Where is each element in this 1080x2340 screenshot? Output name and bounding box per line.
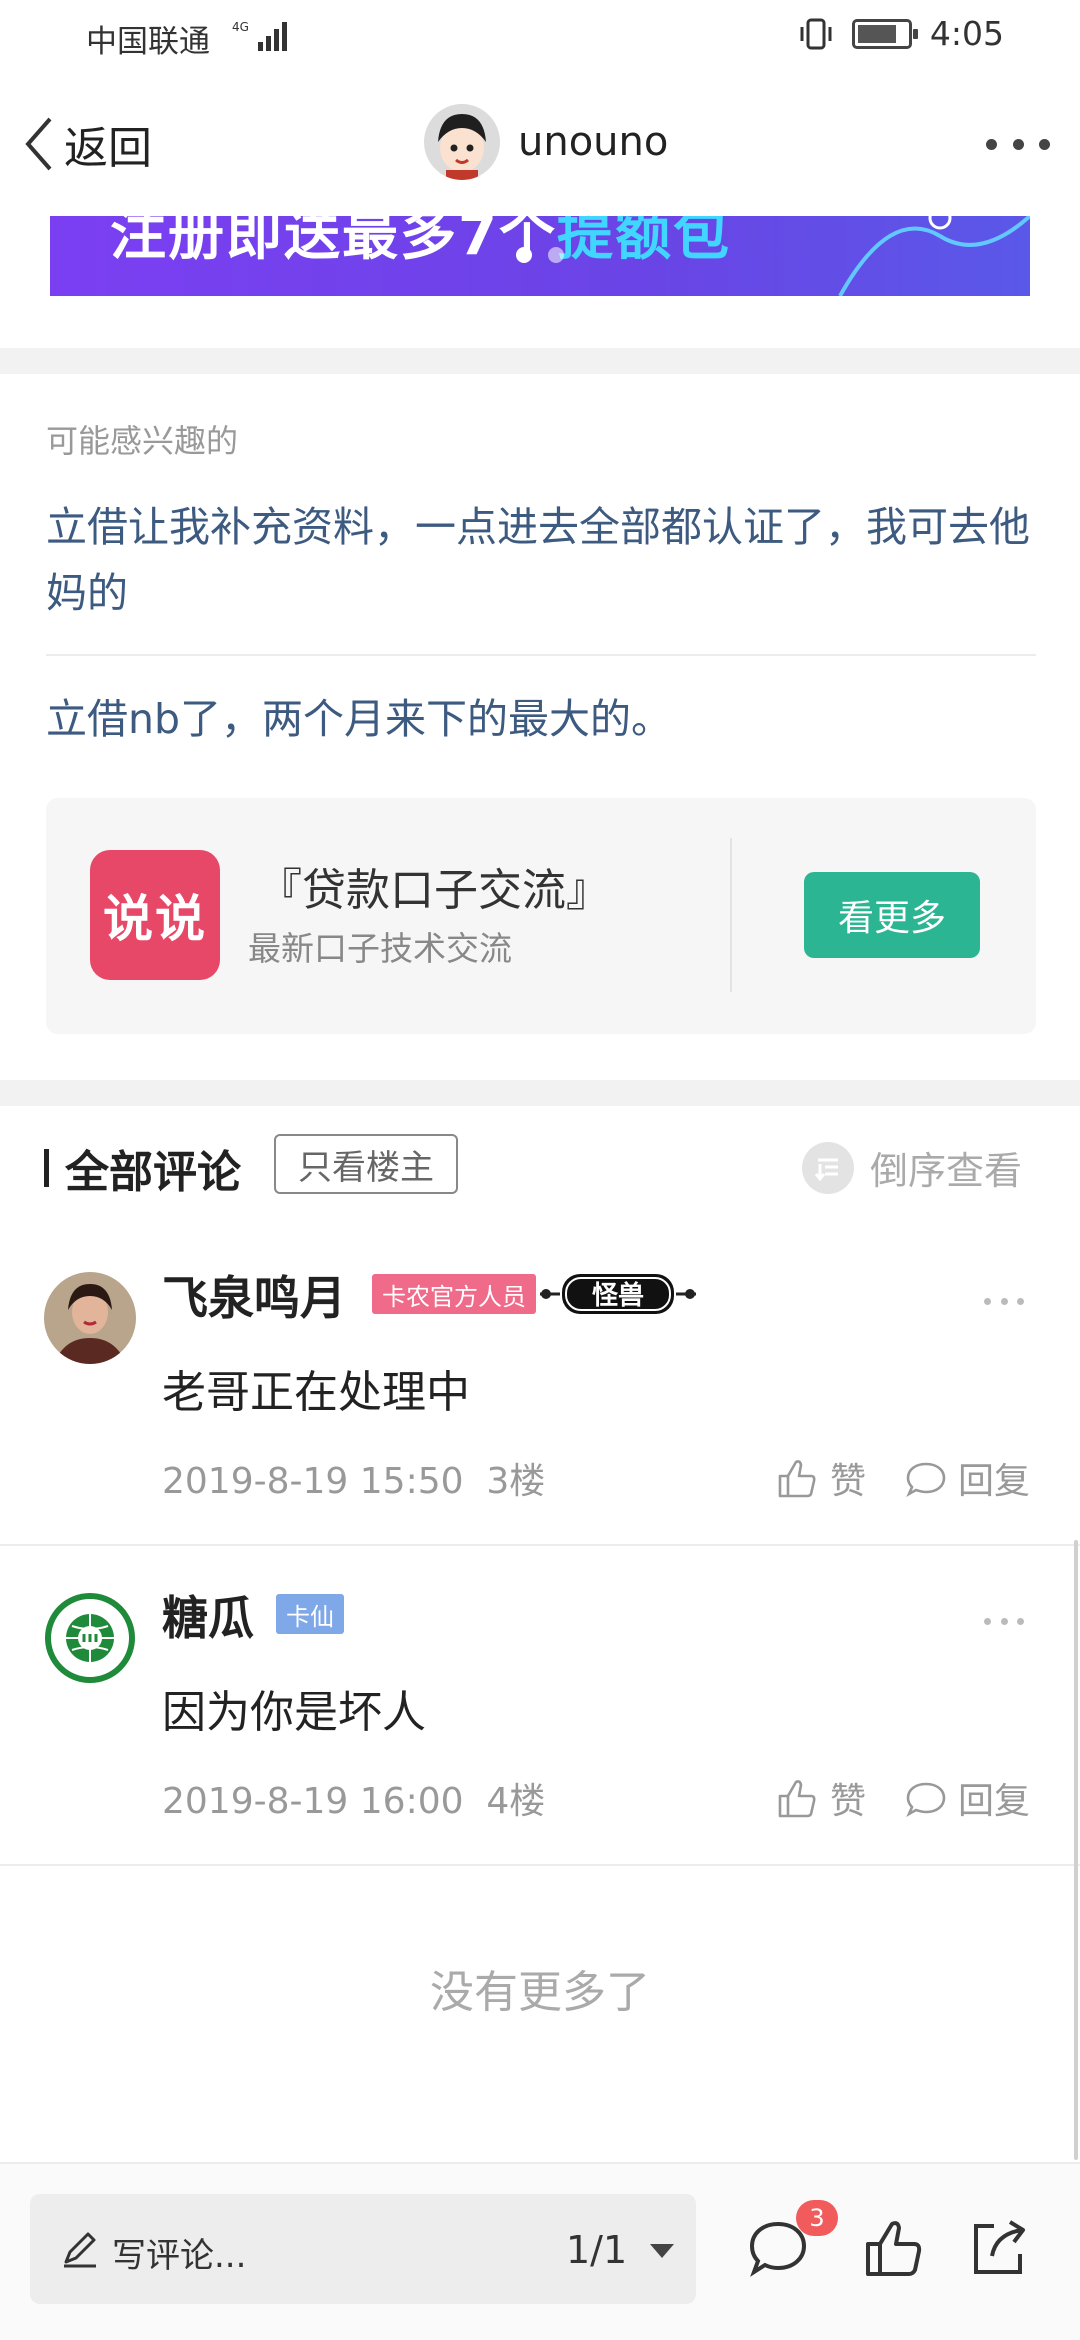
author-avatar[interactable] <box>424 104 500 180</box>
thumbs-up-icon <box>778 1780 816 1818</box>
role-badge: 卡农官方人员 <box>372 1274 536 1314</box>
reply-label: 回复 <box>958 1781 1031 1822</box>
promo-banner[interactable]: 注册即送最多7个提额包 <box>50 216 1030 296</box>
group-title: 『贷款口子交流』 <box>258 865 610 916</box>
caret-down-icon[interactable] <box>650 2244 674 2258</box>
thumbs-up-icon <box>778 1460 816 1498</box>
role-badge: 卡仙 <box>276 1594 344 1634</box>
chevron-left-icon <box>25 117 52 171</box>
comment-meta: 2019-8-19 15:50 3楼 <box>162 1452 545 1504</box>
comment-date: 2019-8-19 15:50 <box>162 1461 464 1502</box>
title-accent-bar <box>44 1149 49 1187</box>
comment-text: 因为你是坏人 <box>162 1687 426 1738</box>
comment-more-icon[interactable] <box>984 1618 1024 1628</box>
carrier-label: 中国联通 <box>86 24 210 60</box>
like-label: 赞 <box>830 1461 867 1502</box>
op-only-button[interactable]: 只看楼主 <box>274 1134 458 1194</box>
author-info[interactable]: unouno <box>424 104 668 180</box>
back-button[interactable]: 返回 <box>22 112 152 176</box>
commenter-avatar[interactable] <box>44 1592 136 1684</box>
comment-date: 2019-8-19 16:00 <box>162 1781 464 1822</box>
comment-item: 飞泉鸣月 卡农官方人员 怪兽 老哥正在处理中 2019-8-19 15:50 3… <box>0 1262 1080 1542</box>
interest-item[interactable]: 立借nb了，两个月来下的最大的。 <box>46 686 1036 752</box>
scrollbar[interactable] <box>1074 1540 1078 2160</box>
author-username[interactable]: unouno <box>518 119 668 165</box>
banner-page-dot[interactable] <box>548 247 564 263</box>
group-card[interactable]: 说说 『贷款口子交流』 最新口子技术交流 看更多 <box>46 798 1036 1034</box>
sort-label: 倒序查看 <box>870 1149 1023 1193</box>
comment-item: 糖瓜 卡仙 因为你是坏人 2019-8-19 16:00 4楼 赞 回复 <box>0 1582 1080 1862</box>
medal-label: 怪兽 <box>592 1280 644 1311</box>
emblem-avatar-icon <box>44 1592 136 1684</box>
divider <box>0 1864 1080 1866</box>
banner-page-dot[interactable] <box>516 247 532 263</box>
comment-text: 老哥正在处理中 <box>162 1367 470 1418</box>
reply-label: 回复 <box>958 1461 1031 1502</box>
person-photo-icon <box>44 1272 136 1364</box>
divider <box>0 1544 1080 1546</box>
commenter-avatar[interactable] <box>44 1272 136 1364</box>
nav-bar: 返回 unouno <box>0 72 1080 222</box>
pen-icon <box>64 2232 96 2268</box>
comment-meta: 2019-8-19 16:00 4楼 <box>162 1772 545 1824</box>
network-type: 4G <box>232 20 249 34</box>
comments-title: 全部评论 <box>44 1136 241 1200</box>
status-bar: 中国联通 4G 4:05 <box>0 0 1080 72</box>
comment-count-badge: 3 <box>796 2200 838 2236</box>
reply-button[interactable]: 回复 <box>904 1452 1030 1504</box>
share-icon[interactable] <box>966 2216 1030 2280</box>
comments-title-label: 全部评论 <box>65 1147 241 1198</box>
commenter-name[interactable]: 糖瓜 <box>162 1582 254 1648</box>
group-icon: 说说 <box>90 850 220 980</box>
more-options-icon[interactable] <box>986 124 1050 164</box>
clock: 4:05 <box>929 14 1004 53</box>
comment-floor: 4楼 <box>486 1781 546 1822</box>
comment-placeholder: 写评论... <box>112 2236 247 2276</box>
battery-icon <box>851 18 918 49</box>
comment-more-icon[interactable] <box>984 1298 1024 1308</box>
like-button[interactable]: 赞 <box>776 1772 866 1824</box>
divider <box>730 838 732 992</box>
page-indicator[interactable]: 1/1 <box>566 2228 627 2272</box>
sort-icon <box>802 1141 854 1194</box>
cartoon-face-icon <box>424 104 500 180</box>
commenter-name[interactable]: 飞泉鸣月 <box>162 1262 346 1328</box>
section-separator <box>0 1080 1080 1106</box>
bottom-bar: 写评论... 1/1 3 <box>0 2162 1080 2340</box>
divider <box>46 654 1036 656</box>
vibrate-icon <box>800 18 832 49</box>
signal-icon: 4G <box>232 20 287 51</box>
speech-bubble-icon <box>906 1782 946 1818</box>
interest-item[interactable]: 立借让我补充资料，一点进去全部都认证了，我可去他妈的 <box>46 494 1036 626</box>
interest-label: 可能感兴趣的 <box>46 422 239 460</box>
section-separator <box>0 348 1080 374</box>
see-more-button[interactable]: 看更多 <box>804 872 980 958</box>
comment-input[interactable]: 写评论... 1/1 <box>30 2194 696 2304</box>
back-label: 返回 <box>64 123 152 174</box>
no-more-label: 没有更多了 <box>430 1967 650 2018</box>
like-button[interactable]: 赞 <box>776 1452 866 1504</box>
banner-pager <box>50 247 1030 263</box>
thumbs-up-icon[interactable] <box>862 2216 926 2280</box>
comment-floor: 3楼 <box>486 1461 546 1502</box>
speech-bubble-icon <box>906 1462 946 1498</box>
group-subtitle: 最新口子技术交流 <box>248 929 512 968</box>
like-label: 赞 <box>830 1781 867 1822</box>
medal-badge: 怪兽 <box>540 1274 696 1314</box>
reply-button[interactable]: 回复 <box>904 1772 1030 1824</box>
sort-toggle[interactable]: 倒序查看 <box>802 1140 1022 1195</box>
